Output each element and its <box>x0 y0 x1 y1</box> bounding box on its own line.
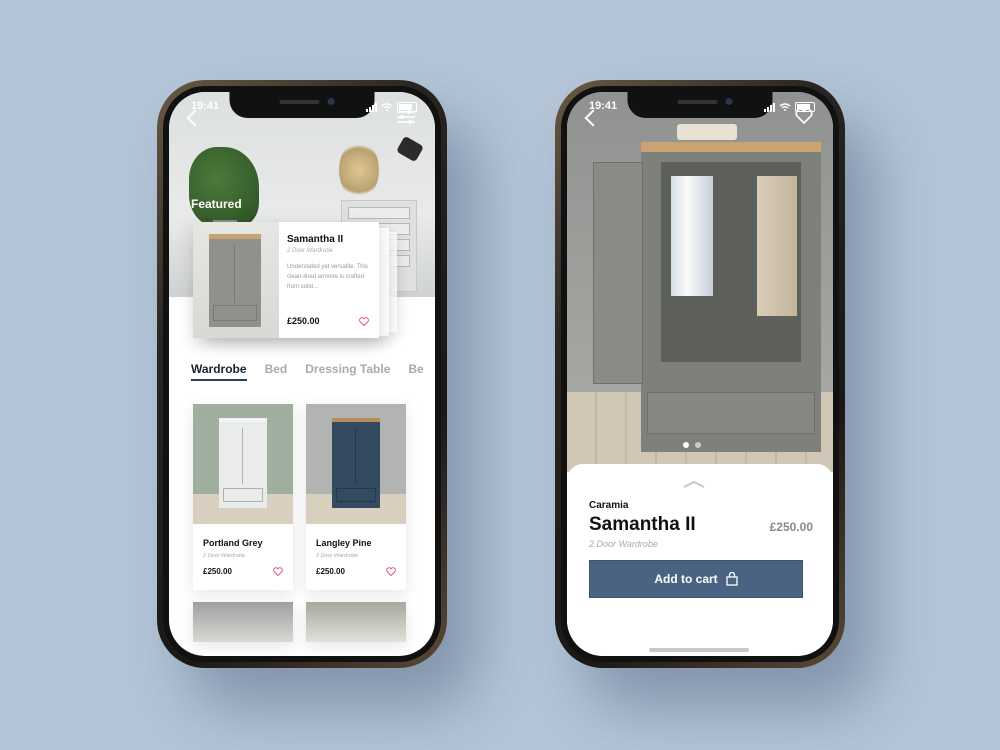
product-image <box>306 404 406 524</box>
product-price: £250.00 <box>316 567 345 576</box>
status-time: 19:41 <box>589 100 618 112</box>
product-title: Samantha II <box>589 514 696 535</box>
product-price: £250.00 <box>769 520 813 534</box>
battery-icon <box>397 102 417 112</box>
signal-icon <box>764 102 775 112</box>
wifi-icon <box>779 103 791 111</box>
signal-icon <box>366 102 377 112</box>
status-bar: 19:41 <box>169 100 435 116</box>
product-subtitle: 2 Door Wardrobe <box>316 553 359 559</box>
chevron-up-icon[interactable] <box>683 480 705 488</box>
carousel-dot[interactable] <box>683 442 689 448</box>
featured-product-name: Samantha II <box>287 234 344 245</box>
product-subtitle: 2 Door Wardrobe <box>203 553 246 559</box>
product-card[interactable] <box>193 602 293 642</box>
heart-icon[interactable] <box>273 567 283 576</box>
category-tabs: Wardrobe Bed Dressing Table Be <box>191 362 424 381</box>
product-card[interactable]: Langley Pine 2 Door Wardrobe £250.00 <box>306 404 406 590</box>
product-price: £250.00 <box>203 567 232 576</box>
featured-product-subtitle: 2 Door Wardrobe <box>287 248 333 254</box>
battery-icon <box>795 102 815 112</box>
featured-product-image <box>193 222 279 338</box>
product-card[interactable] <box>306 602 406 642</box>
add-to-cart-label: Add to cart <box>654 572 718 586</box>
status-bar: 19:41 <box>567 100 833 116</box>
featured-product-description: Understated yet versatile. This clean-li… <box>287 264 368 290</box>
tab-more[interactable]: Be <box>408 362 423 381</box>
heart-icon[interactable] <box>359 317 369 326</box>
phone-listing: 19:41 Featured Samantha II 2 Door Wardro… <box>157 80 447 668</box>
home-indicator <box>649 648 749 652</box>
bag-icon <box>726 572 738 586</box>
product-card[interactable]: Portland Grey 2 Door Wardrobe £250.00 <box>193 404 293 590</box>
heart-icon[interactable] <box>386 567 396 576</box>
status-time: 19:41 <box>191 100 220 112</box>
featured-product-price: £250.00 <box>287 316 320 326</box>
product-image <box>193 602 293 642</box>
product-image <box>306 602 406 642</box>
product-detail-sheet: Caramia Samantha II £250.00 2 Door Wardr… <box>567 464 833 656</box>
listing-screen: 19:41 Featured Samantha II 2 Door Wardro… <box>169 92 435 656</box>
tab-wardrobe[interactable]: Wardrobe <box>191 362 247 381</box>
product-image <box>193 404 293 524</box>
product-name: Portland Grey <box>203 538 263 548</box>
wifi-icon <box>381 103 393 111</box>
product-name: Langley Pine <box>316 538 372 548</box>
product-hero-image <box>567 92 833 472</box>
product-brand: Caramia <box>589 500 629 511</box>
carousel-dots[interactable] <box>683 442 701 448</box>
carousel-dot[interactable] <box>695 442 701 448</box>
tab-bed[interactable]: Bed <box>265 362 288 381</box>
product-subtitle: 2 Door Wardrobe <box>589 539 658 549</box>
tab-dressing-table[interactable]: Dressing Table <box>305 362 390 381</box>
featured-label: Featured <box>191 197 242 211</box>
add-to-cart-button[interactable]: Add to cart <box>589 560 803 598</box>
phone-detail: 19:41 Caramia Samantha II £250.00 2 Door… <box>555 80 845 668</box>
detail-screen: 19:41 Caramia Samantha II £250.00 2 Door… <box>567 92 833 656</box>
featured-product-card[interactable]: Samantha II 2 Door Wardrobe Understated … <box>193 222 379 338</box>
